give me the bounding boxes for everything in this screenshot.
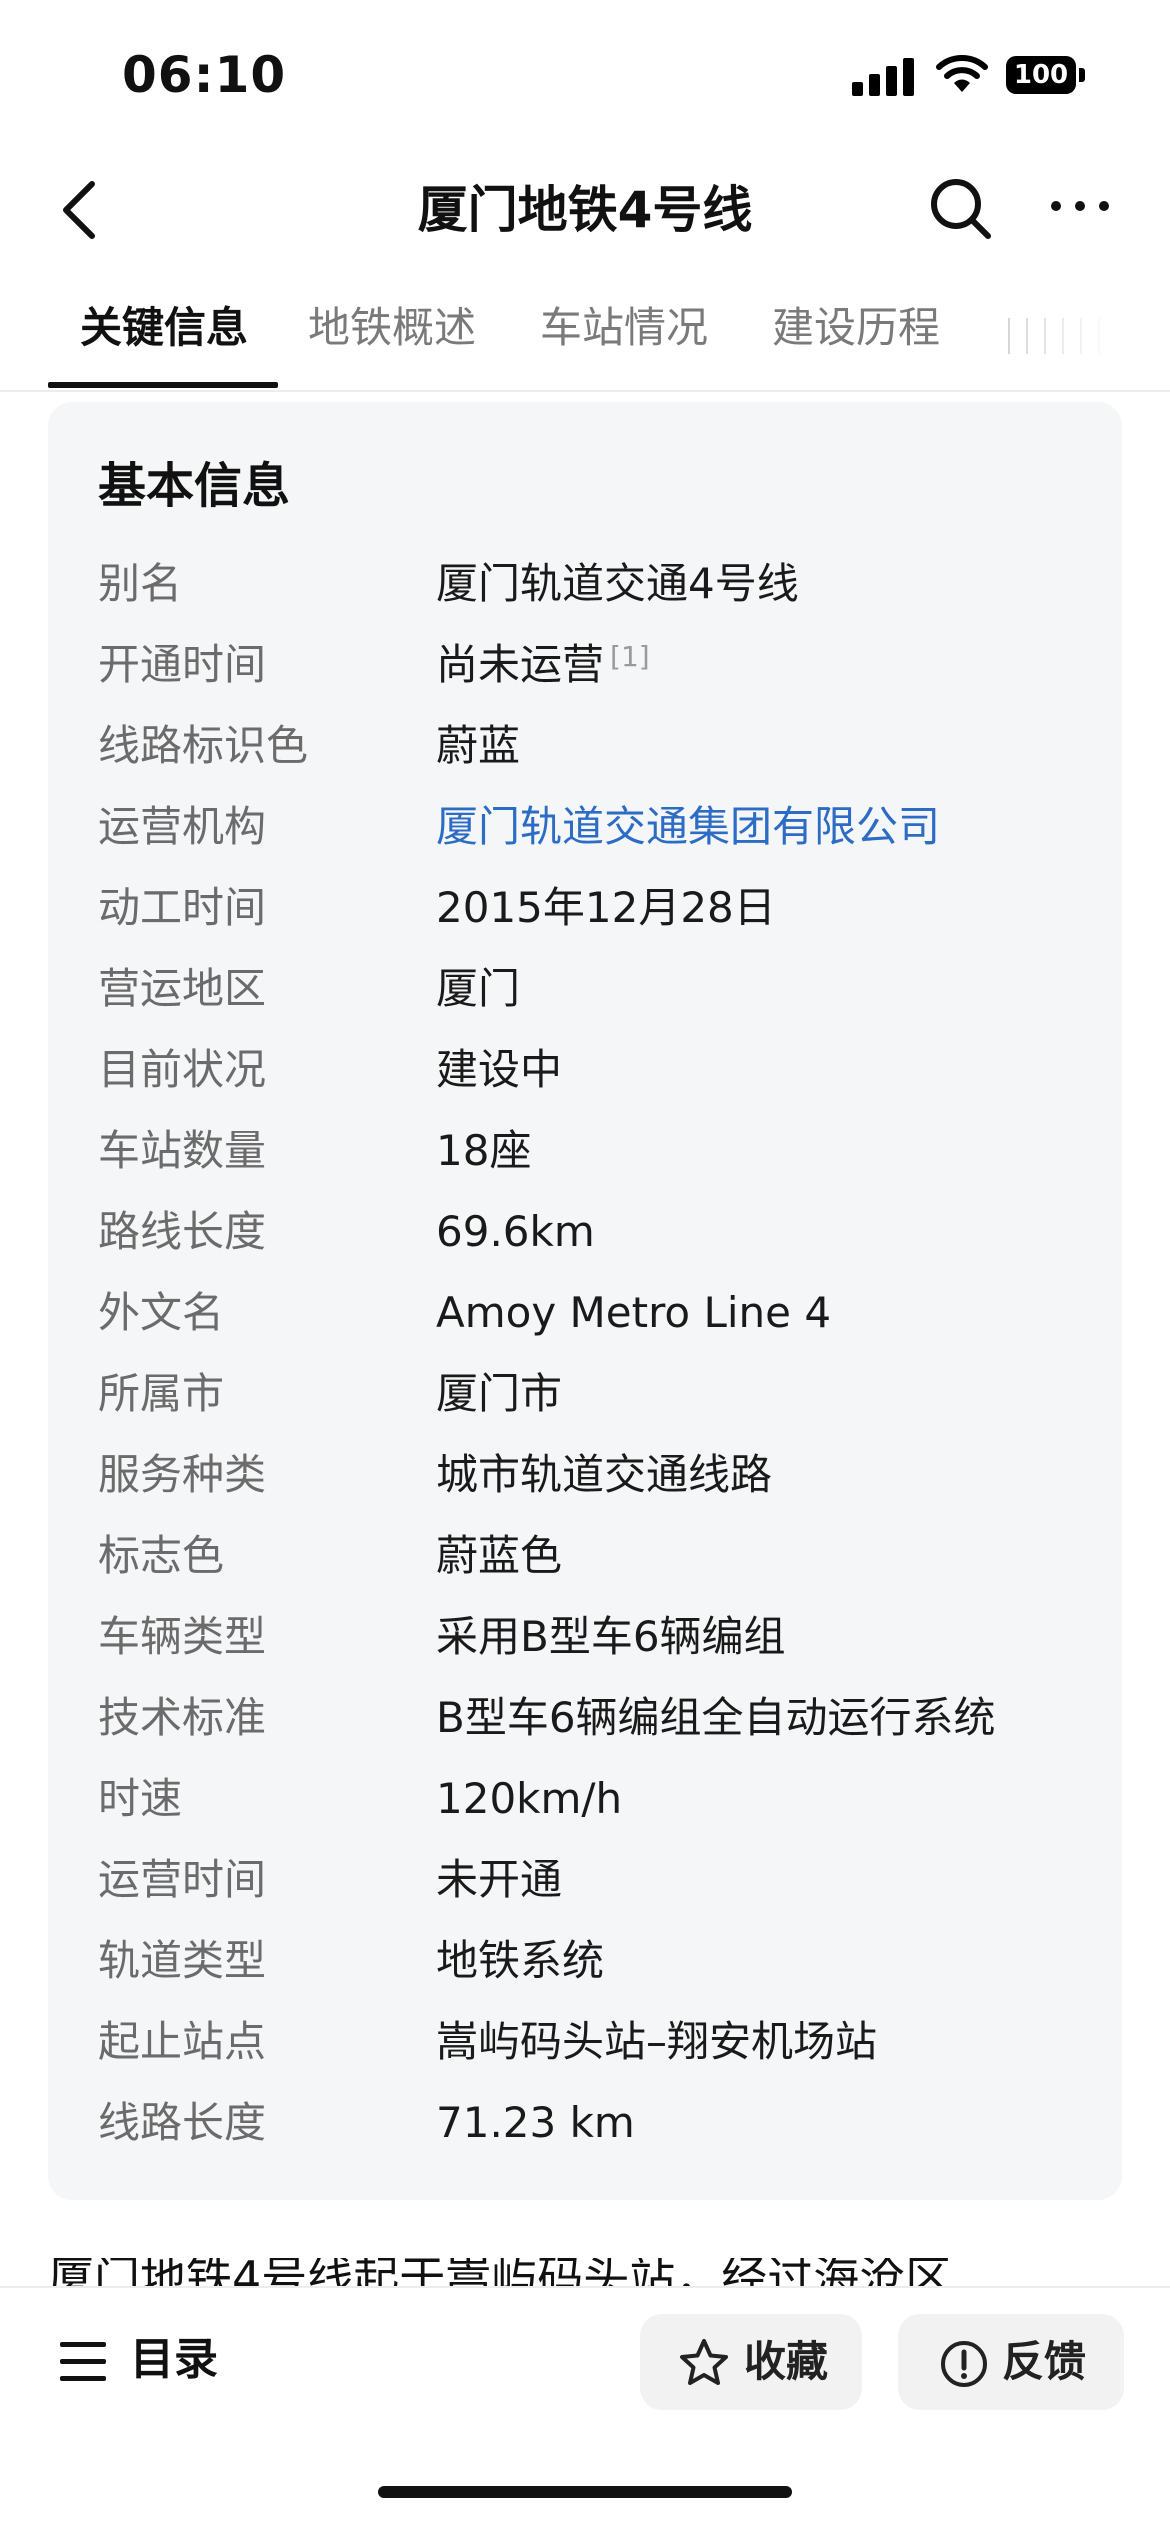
info-key: 线路长度: [98, 2098, 267, 2147]
paragraph-text: 厦门地铁4号线起于嵩屿码头站，经过海沧区: [48, 2258, 952, 2288]
star-icon: [680, 2339, 728, 2385]
info-value: 2015年12月28日: [436, 883, 776, 932]
info-value: 嵩屿码头站–翔安机场站: [436, 2017, 878, 2066]
info-value: 18座: [436, 1126, 532, 1175]
reference-link[interactable]: [1]: [610, 640, 650, 673]
info-value: 厦门轨道交通4号线: [436, 559, 799, 608]
info-key: 线路标识色: [98, 721, 309, 770]
info-key: 别名: [98, 559, 183, 608]
info-value: 采用B型车6辆编组: [436, 1612, 786, 1661]
tab-key-info[interactable]: 关键信息: [80, 298, 248, 358]
article-paragraph-peek: 厦门地铁4号线起于嵩屿码头站，经过海沧区: [48, 2258, 1122, 2288]
info-row: 技术标准 B型车6辆编组全自动运行系统: [98, 1688, 1098, 1769]
info-key: 所属市: [98, 1369, 225, 1418]
info-key: 标志色: [98, 1531, 225, 1580]
menu-list-icon[interactable]: [60, 2340, 108, 2384]
info-value: B型车6辆编组全自动运行系统: [436, 1693, 996, 1742]
info-row: 运营时间 未开通: [98, 1850, 1098, 1931]
info-row: 线路长度 71.23 km: [98, 2093, 1098, 2174]
battery-icon: 100: [1006, 56, 1086, 94]
search-icon[interactable]: [924, 172, 996, 244]
info-key: 服务种类: [98, 1450, 267, 1499]
feedback-button[interactable]: 反馈: [898, 2314, 1124, 2410]
info-key: 技术标准: [98, 1693, 267, 1742]
info-row: 营运地区 厦门: [98, 959, 1098, 1040]
info-value: Amoy Metro Line 4: [436, 1288, 832, 1337]
info-value: 厦门市: [436, 1369, 563, 1418]
nav-bar: 厦门地铁4号线: [0, 150, 1170, 270]
info-key: 时速: [98, 1774, 183, 1823]
info-value: 69.6km: [436, 1207, 595, 1256]
info-key: 营运地区: [98, 964, 267, 1013]
tab-station-info[interactable]: 车站情况: [540, 298, 708, 358]
info-row: 别名 厦门轨道交通4号线: [98, 554, 1098, 635]
info-value: 蔚蓝色: [436, 1531, 563, 1580]
tab-metro-overview[interactable]: 地铁概述: [308, 298, 476, 358]
cellular-signal-icon: [852, 56, 916, 96]
card-title: 基本信息: [98, 458, 291, 514]
info-row: 起止站点 嵩屿码头站–翔安机场站: [98, 2012, 1098, 2093]
wifi-icon: [936, 55, 988, 92]
battery-level: 100: [1013, 60, 1069, 90]
info-key: 运营时间: [98, 1855, 267, 1904]
feedback-label: 反馈: [1002, 2337, 1087, 2386]
info-value: 未开通: [436, 1855, 563, 1904]
info-value: 71.23 km: [436, 2098, 635, 2147]
info-row: 轨道类型 地铁系统: [98, 1931, 1098, 2012]
info-row: 线路标识色 蔚蓝: [98, 716, 1098, 797]
info-value: 尚未运营 [1]: [436, 635, 650, 695]
info-value: 120km/h: [436, 1774, 623, 1823]
status-bar: 06:10 100: [0, 0, 1170, 150]
info-value: 厦门: [436, 964, 521, 1013]
more-options-icon[interactable]: [1048, 186, 1112, 226]
info-row: 路线长度 69.6km: [98, 1202, 1098, 1283]
info-row: 车站数量 18座: [98, 1121, 1098, 1202]
info-key: 目前状况: [98, 1045, 267, 1094]
info-value: 地铁系统: [436, 1936, 605, 1985]
exclamation-circle-icon: [941, 2341, 987, 2387]
info-value: 蔚蓝: [436, 721, 521, 770]
info-row: 标志色 蔚蓝色: [98, 1526, 1098, 1607]
operator-link[interactable]: 厦门轨道交通集团有限公司: [436, 797, 940, 857]
info-row: 运营机构 厦门轨道交通集团有限公司: [98, 797, 1098, 878]
active-tab-underline: [48, 382, 278, 388]
section-tabs: 关键信息 地铁概述 车站情况 建设历程: [0, 290, 1170, 392]
info-row: 目前状况 建设中: [98, 1040, 1098, 1121]
tabs-fade-overlay: [990, 290, 1170, 390]
info-row: 外文名 Amoy Metro Line 4: [98, 1283, 1098, 1364]
info-row: 动工时间 2015年12月28日: [98, 878, 1098, 959]
info-key: 动工时间: [98, 883, 267, 932]
info-key: 车辆类型: [98, 1612, 267, 1661]
info-key: 运营机构: [98, 802, 267, 851]
info-key: 车站数量: [98, 1126, 267, 1175]
favorite-label: 收藏: [744, 2337, 829, 2386]
info-row: 所属市 厦门市: [98, 1364, 1098, 1445]
info-key: 外文名: [98, 1288, 225, 1337]
favorite-button[interactable]: 收藏: [640, 2314, 862, 2410]
info-row: 车辆类型 采用B型车6辆编组: [98, 1607, 1098, 1688]
info-row: 服务种类 城市轨道交通线路: [98, 1445, 1098, 1526]
info-value: 建设中: [436, 1045, 563, 1094]
info-key: 路线长度: [98, 1207, 267, 1256]
toc-button[interactable]: 目录: [130, 2328, 218, 2392]
tab-construction-history[interactable]: 建设历程: [772, 298, 940, 358]
basic-info-card: 基本信息 别名 厦门轨道交通4号线 开通时间 尚未运营 [1] 线路标识色 蔚蓝 …: [48, 402, 1122, 2200]
info-key: 开通时间: [98, 640, 267, 689]
info-key: 轨道类型: [98, 1936, 267, 1985]
status-time: 06:10: [122, 46, 287, 104]
info-key: 起止站点: [98, 2017, 267, 2066]
info-value: 城市轨道交通线路: [436, 1450, 773, 1499]
home-indicator: [378, 2486, 792, 2498]
info-row: 时速 120km/h: [98, 1769, 1098, 1850]
info-value-text: 尚未运营: [436, 640, 605, 689]
info-row: 开通时间 尚未运营 [1]: [98, 635, 1098, 716]
